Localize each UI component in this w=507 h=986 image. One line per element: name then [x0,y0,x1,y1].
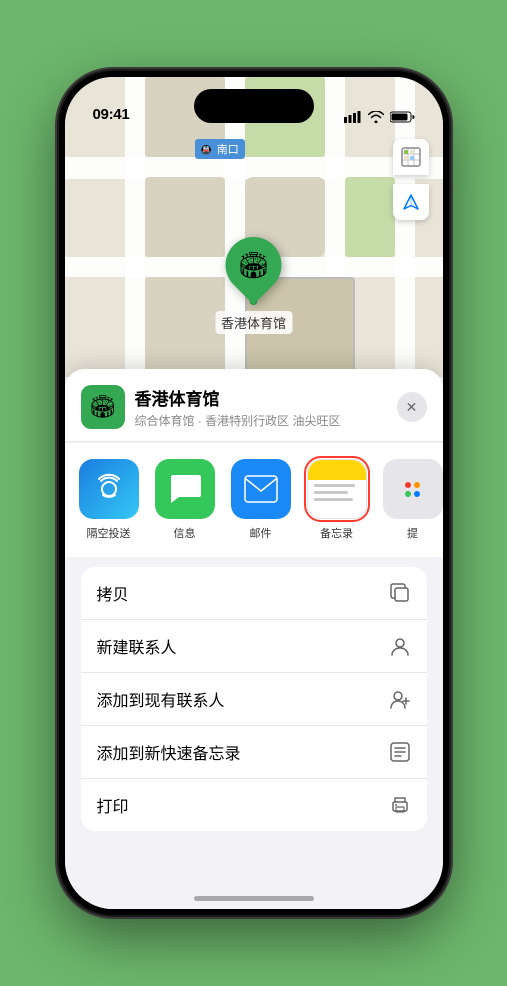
venue-name: 香港体育馆 [135,385,397,410]
copy-icon [389,582,411,604]
marker-label: 香港体育馆 [215,311,292,334]
stadium-marker: 🏟 香港体育馆 [215,237,292,334]
battery-icon [390,111,415,123]
airdrop-icon [79,459,139,519]
quick-note-svg [389,741,411,763]
message-label: 信息 [174,525,196,541]
copy-svg [389,582,411,604]
action-quick-note-label: 添加到新快速备忘录 [97,740,241,764]
notes-icon [307,459,367,519]
stadium-icon: 🏟 [237,250,270,281]
action-new-contact-label: 新建联系人 [97,634,177,658]
notes-line-2 [314,491,349,494]
action-print-label: 打印 [97,793,129,817]
airdrop-svg [93,473,125,505]
airdrop-label: 隔空投送 [87,525,131,541]
signal-icon [344,111,362,123]
more-dots [405,482,420,497]
mail-label: 邮件 [250,525,272,541]
status-icons [344,111,415,123]
message-svg [167,471,203,507]
new-contact-svg [389,635,411,657]
more-icon [383,459,443,519]
sheet-header: 🏟 香港体育馆 综合体育馆 · 香港特别行政区 油尖旺区 ✕ [65,369,443,442]
notes-lines [308,480,366,518]
share-notes[interactable]: 备忘录 [301,459,373,541]
action-add-existing[interactable]: 添加到现有联系人 [81,673,427,726]
status-time: 09:41 [93,106,130,123]
notes-top-stripe [308,460,366,480]
more-label: 提 [407,525,418,541]
phone-screen: 09:41 [65,77,443,909]
share-more[interactable]: 提 [377,459,443,541]
location-button[interactable] [393,184,429,220]
action-new-contact[interactable]: 新建联系人 [81,620,427,673]
map-view-button[interactable] [393,139,429,175]
notes-line-1 [314,484,355,487]
mail-svg [244,475,278,503]
phone-frame: 09:41 [59,71,449,915]
venue-info: 香港体育馆 综合体育馆 · 香港特别行政区 油尖旺区 [135,385,397,429]
share-airdrop[interactable]: 隔空投送 [73,459,145,541]
dynamic-island [194,89,314,123]
map-controls [393,139,429,220]
print-svg [389,794,411,816]
notes-line-3 [314,498,353,501]
add-contact-icon [389,688,411,710]
action-copy[interactable]: 拷贝 [81,567,427,620]
add-contact-svg [389,688,411,710]
print-icon [389,794,411,816]
location-arrow-icon [402,193,420,211]
home-indicator [194,896,314,901]
new-contact-icon [389,635,411,657]
action-add-existing-label: 添加到现有联系人 [97,687,225,711]
mail-icon [231,459,291,519]
venue-subtitle: 综合体育馆 · 香港特别行政区 油尖旺区 [135,412,397,429]
entrance-icon: 🚇 [201,145,212,155]
action-copy-label: 拷贝 [97,581,129,605]
share-mail[interactable]: 邮件 [225,459,297,541]
quick-note-icon [389,741,411,763]
notes-label: 备忘录 [320,525,353,541]
marker-pin: 🏟 [214,225,293,304]
map-entrance-label: 🚇 南口 [195,139,245,159]
share-row: 隔空投送 信息 [65,443,443,557]
share-message[interactable]: 信息 [149,459,221,541]
wifi-icon [368,111,384,123]
action-quick-note[interactable]: 添加到新快速备忘录 [81,726,427,779]
venue-icon: 🏟 [81,385,125,429]
bottom-sheet: 🏟 香港体育馆 综合体育馆 · 香港特别行政区 油尖旺区 ✕ [65,369,443,909]
message-icon [155,459,215,519]
close-button[interactable]: ✕ [397,392,427,422]
action-list: 拷贝 新建联系人 [81,567,427,831]
map-view-icon [401,147,421,167]
action-print[interactable]: 打印 [81,779,427,831]
